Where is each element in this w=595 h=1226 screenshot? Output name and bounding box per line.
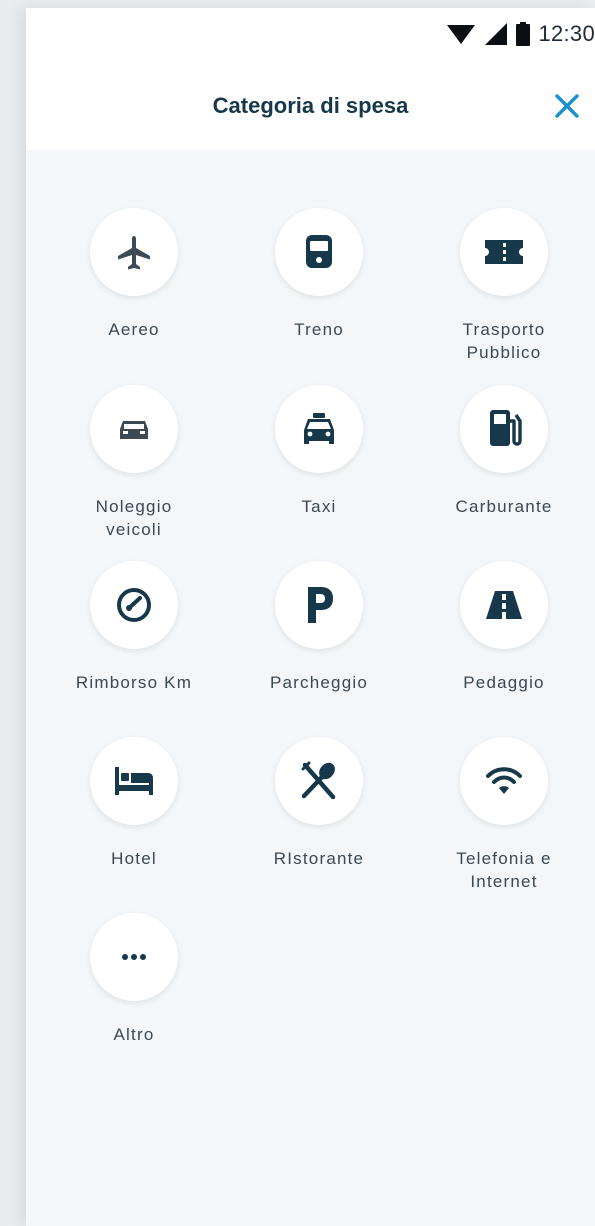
category-icon-circle [90,208,178,296]
bed-icon [115,767,153,795]
battery-icon [516,22,531,46]
close-icon [555,94,579,118]
category-ristorante[interactable]: RIstorante [234,737,404,870]
category-label: Taxi [301,497,337,516]
header: Categoria di spesa [26,58,595,150]
wifi-icon [486,767,522,794]
category-carburante[interactable]: Carburante [419,385,589,518]
category-trasporto-pubblico[interactable]: Trasporto Pubblico [419,208,589,364]
taxi-icon [304,413,334,444]
category-icon-circle [275,208,363,296]
category-label: Altro [113,1025,155,1044]
page-title: Categoria di spesa [212,93,409,118]
category-icon-circle [460,208,548,296]
category-icon-circle [460,737,548,825]
category-label: Aereo [108,320,160,339]
category-label: Noleggio veicoli [95,497,173,539]
category-icon-circle [275,737,363,825]
airplane-icon [118,236,150,270]
category-pedaggio[interactable]: Pedaggio [419,561,589,694]
category-icon-circle [90,561,178,649]
category-label: Treno [294,320,344,339]
category-icon-circle [90,913,178,1001]
more-dots-icon [122,954,146,960]
status-bar: 12:30 [26,8,595,58]
category-telefonia-internet[interactable]: Telefonia e Internet [419,737,589,893]
category-treno[interactable]: Treno [234,208,404,341]
category-noleggio-veicoli[interactable]: Noleggio veicoli [49,385,219,541]
category-icon-circle [275,561,363,649]
app-screen: 12:30 Categoria di spesa Aereo Treno Tra… [26,8,595,1226]
category-aereo[interactable]: Aereo [49,208,219,341]
speedometer-icon [117,588,151,622]
category-rimborso-km[interactable]: Rimborso Km [49,561,219,694]
cell-signal-icon [484,23,508,45]
ticket-icon [485,240,523,264]
category-label: Parcheggio [269,673,368,692]
category-label: Pedaggio [463,673,545,692]
category-icon-circle [460,561,548,649]
category-label: Carburante [455,497,553,516]
fork-spoon-icon [301,761,336,800]
highway-icon [486,591,522,619]
category-icon-circle [90,737,178,825]
category-icon-circle [275,385,363,473]
category-icon-circle [460,385,548,473]
category-hotel[interactable]: Hotel [49,737,219,870]
category-taxi[interactable]: Taxi [234,385,404,518]
category-altro[interactable]: Altro [49,913,219,1046]
status-time: 12:30 [538,21,595,46]
parking-icon [308,587,333,623]
status-icons: 12:30 [446,21,595,47]
fuel-pump-icon [490,410,522,446]
car-icon [120,421,148,439]
train-icon [306,235,332,268]
category-label: Trasporto Pubblico [462,320,546,362]
category-label: Telefonia e Internet [456,849,552,891]
close-button[interactable] [549,88,585,124]
category-parcheggio[interactable]: Parcheggio [234,561,404,694]
category-label: RIstorante [273,849,365,868]
wifi-signal-icon [446,23,476,45]
category-icon-circle [90,385,178,473]
category-label: Hotel [111,849,157,868]
category-label: Rimborso Km [75,673,193,692]
